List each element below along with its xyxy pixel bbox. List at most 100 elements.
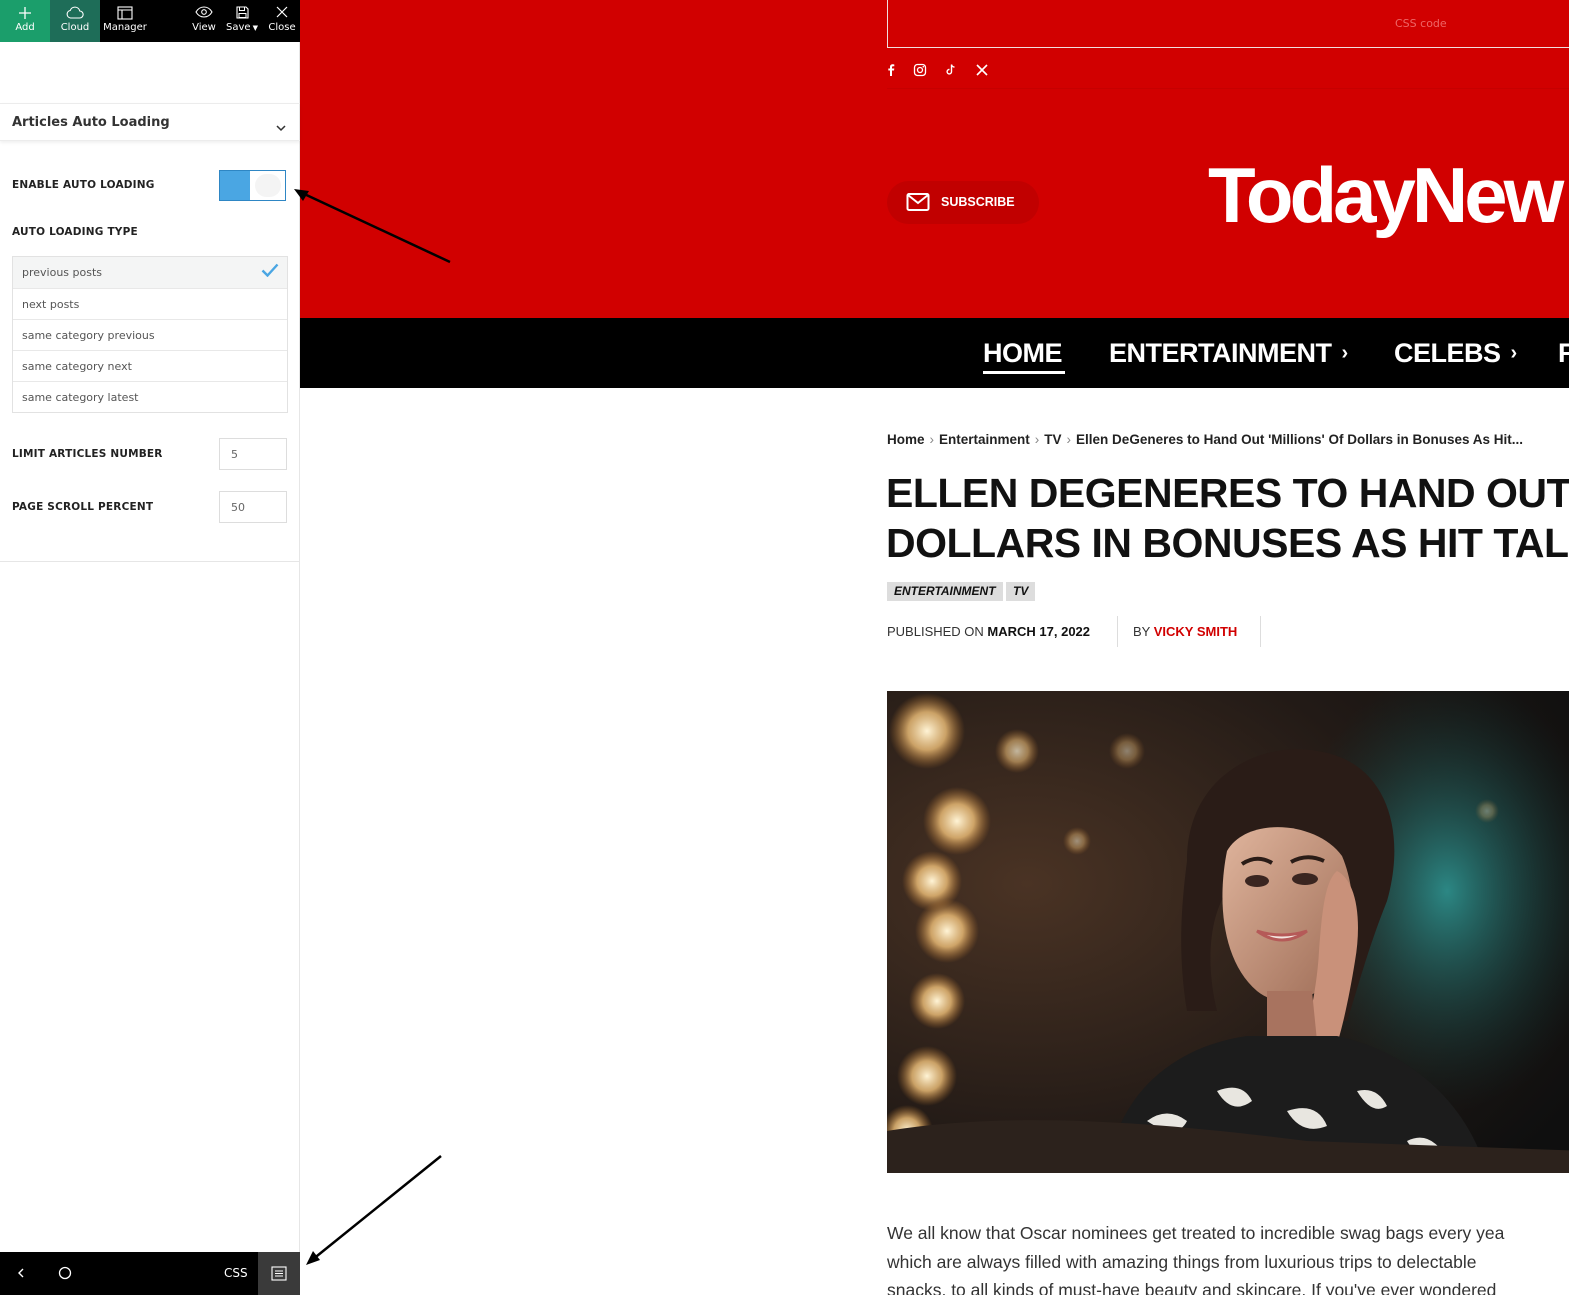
main-nav: HOME ENTERTAINMENT › CELEBS › F	[300, 318, 1569, 388]
css-button[interactable]: CSS	[224, 1266, 248, 1280]
breadcrumb-entertainment[interactable]: Entertainment	[939, 432, 1030, 447]
tiktok-icon[interactable]	[944, 62, 958, 76]
plus-icon	[0, 0, 50, 22]
published-date-value: MARCH 17, 2022	[987, 624, 1091, 639]
published-date: PUBLISHED ON MARCH 17, 2022	[887, 624, 1090, 639]
type-option-same-category-previous[interactable]: same category previous	[13, 319, 287, 350]
body-line-3: snacks, to all kinds of must-have beauty…	[887, 1280, 1497, 1295]
toggle-knob	[255, 174, 281, 197]
body-line-1: We all know that Oscar nominees get trea…	[887, 1223, 1505, 1243]
limit-articles-number-input[interactable]: 5	[219, 438, 287, 470]
css-code-placeholder: CSS code	[1395, 17, 1447, 30]
manager-label: Manager	[103, 22, 147, 33]
css-code-box[interactable]: CSS code	[887, 0, 1569, 48]
checkmark-icon	[261, 263, 279, 280]
breadcrumb-separator: ›	[1034, 432, 1040, 447]
circle-icon	[58, 1266, 72, 1280]
nav-item-home[interactable]: HOME	[983, 338, 1063, 369]
save-label: Save ▼	[222, 22, 262, 34]
divider	[0, 561, 300, 562]
breadcrumb-separator: ›	[1066, 432, 1072, 447]
back-button[interactable]	[12, 1264, 30, 1282]
nav-label: F	[1558, 338, 1569, 368]
save-text: Save	[226, 22, 251, 33]
close-label: Close	[268, 22, 296, 33]
article-body: We all know that Oscar nominees get trea…	[887, 1219, 1569, 1295]
add-button[interactable]: Add	[0, 0, 50, 42]
type-option-same-category-next[interactable]: same category next	[13, 350, 287, 381]
home-button[interactable]	[56, 1264, 74, 1282]
nav-item-entertainment[interactable]: ENTERTAINMENT ›	[1109, 338, 1348, 369]
type-option-previous-posts[interactable]: previous posts	[13, 257, 287, 288]
editor-toolbar: Add Cloud Manager View Save ▼ Close	[0, 0, 300, 42]
add-label: Add	[15, 22, 35, 33]
instagram-icon[interactable]	[913, 62, 927, 77]
nav-label: CELEBS	[1394, 338, 1501, 368]
breadcrumb-tv[interactable]: TV	[1044, 432, 1061, 447]
chevron-left-icon	[18, 1268, 24, 1278]
title-line-2: DOLLARS IN BONUSES AS HIT TAL	[886, 520, 1569, 566]
type-option-label: previous posts	[22, 266, 103, 279]
nav-label: HOME	[983, 338, 1063, 368]
page-root: Add Cloud Manager View Save ▼ Close Arti…	[0, 0, 1569, 1295]
type-option-next-posts[interactable]: next posts	[13, 288, 287, 319]
chevron-right-icon: ›	[1510, 342, 1518, 364]
list-icon	[271, 1266, 287, 1281]
type-option-label: same category previous	[22, 329, 155, 342]
type-option-label: same category next	[22, 360, 132, 373]
header-divider	[887, 88, 1569, 89]
nav-active-underline	[983, 371, 1065, 374]
subscribe-label: SUBSCRIBE	[941, 195, 1015, 209]
close-button[interactable]: Close	[264, 0, 300, 42]
hero-image	[887, 691, 1569, 1173]
nav-item-celebs[interactable]: CELEBS ›	[1394, 338, 1517, 369]
envelope-icon	[906, 193, 930, 211]
eye-icon	[188, 0, 220, 22]
x-twitter-icon[interactable]	[975, 62, 989, 76]
published-prefix: PUBLISHED ON	[887, 624, 988, 639]
facebook-icon[interactable]	[884, 62, 898, 76]
list-view-button[interactable]	[258, 1252, 300, 1295]
tag-tv[interactable]: TV	[1006, 582, 1036, 601]
enable-auto-loading-toggle[interactable]	[219, 170, 286, 201]
body-line-2: which are always filled with amazing thi…	[887, 1251, 1477, 1272]
type-option-label: next posts	[22, 298, 80, 311]
tag-entertainment[interactable]: ENTERTAINMENT	[887, 582, 1003, 601]
breadcrumb-home[interactable]: Home	[887, 432, 925, 447]
site-header: CSS code SUBSCRIBE TodayNew	[300, 0, 1569, 318]
section-title: Articles Auto Loading	[12, 115, 170, 130]
limit-articles-number-label: LIMIT ARTICLES NUMBER	[12, 448, 163, 460]
site-logo[interactable]: TodayNew	[1208, 150, 1564, 241]
cloud-label: Cloud	[60, 22, 90, 33]
page-scroll-percent-label: PAGE SCROLL PERCENT	[12, 501, 154, 513]
breadcrumb-separator: ›	[929, 432, 935, 447]
type-option-same-category-latest[interactable]: same category latest	[13, 381, 287, 412]
type-option-label: same category latest	[22, 391, 139, 404]
article-title: ELLEN DEGENERES TO HAND OUT DOLLARS IN B…	[886, 468, 1569, 568]
site-preview: CSS code SUBSCRIBE TodayNew HOME ENTERTA…	[300, 0, 1569, 1295]
editor-bottom-bar: CSS	[0, 1252, 300, 1295]
author-link[interactable]: VICKY SMITH	[1154, 624, 1238, 639]
title-line-1: ELLEN DEGENERES TO HAND OUT	[886, 470, 1569, 516]
auto-loading-type-label: AUTO LOADING TYPE	[12, 226, 138, 238]
view-button[interactable]: View	[188, 0, 220, 42]
chevron-down-icon	[276, 117, 286, 136]
subscribe-button[interactable]: SUBSCRIBE	[887, 181, 1039, 224]
enable-auto-loading-label: ENABLE AUTO LOADING	[12, 179, 155, 191]
auto-loading-type-list: previous posts next posts same category …	[12, 256, 288, 413]
nav-item-truncated[interactable]: F	[1558, 338, 1569, 369]
cloud-button[interactable]: Cloud	[50, 0, 100, 42]
cloud-icon	[50, 0, 100, 22]
manager-button[interactable]: Manager	[100, 0, 150, 42]
nav-label: ENTERTAINMENT	[1109, 338, 1332, 368]
page-scroll-percent-input[interactable]: 50	[219, 491, 287, 523]
breadcrumb-current: Ellen DeGeneres to Hand Out 'Millions' O…	[1076, 432, 1524, 447]
meta-separator	[1260, 616, 1261, 647]
template-icon	[100, 0, 150, 22]
editor-sidebar: Add Cloud Manager View Save ▼ Close Arti…	[0, 0, 300, 1295]
save-button[interactable]: Save ▼	[222, 0, 262, 42]
caret-down-icon: ▼	[252, 24, 258, 32]
view-label: View	[192, 22, 216, 33]
by-prefix: BY	[1133, 624, 1154, 639]
section-header-articles-auto-loading[interactable]: Articles Auto Loading	[0, 103, 300, 141]
